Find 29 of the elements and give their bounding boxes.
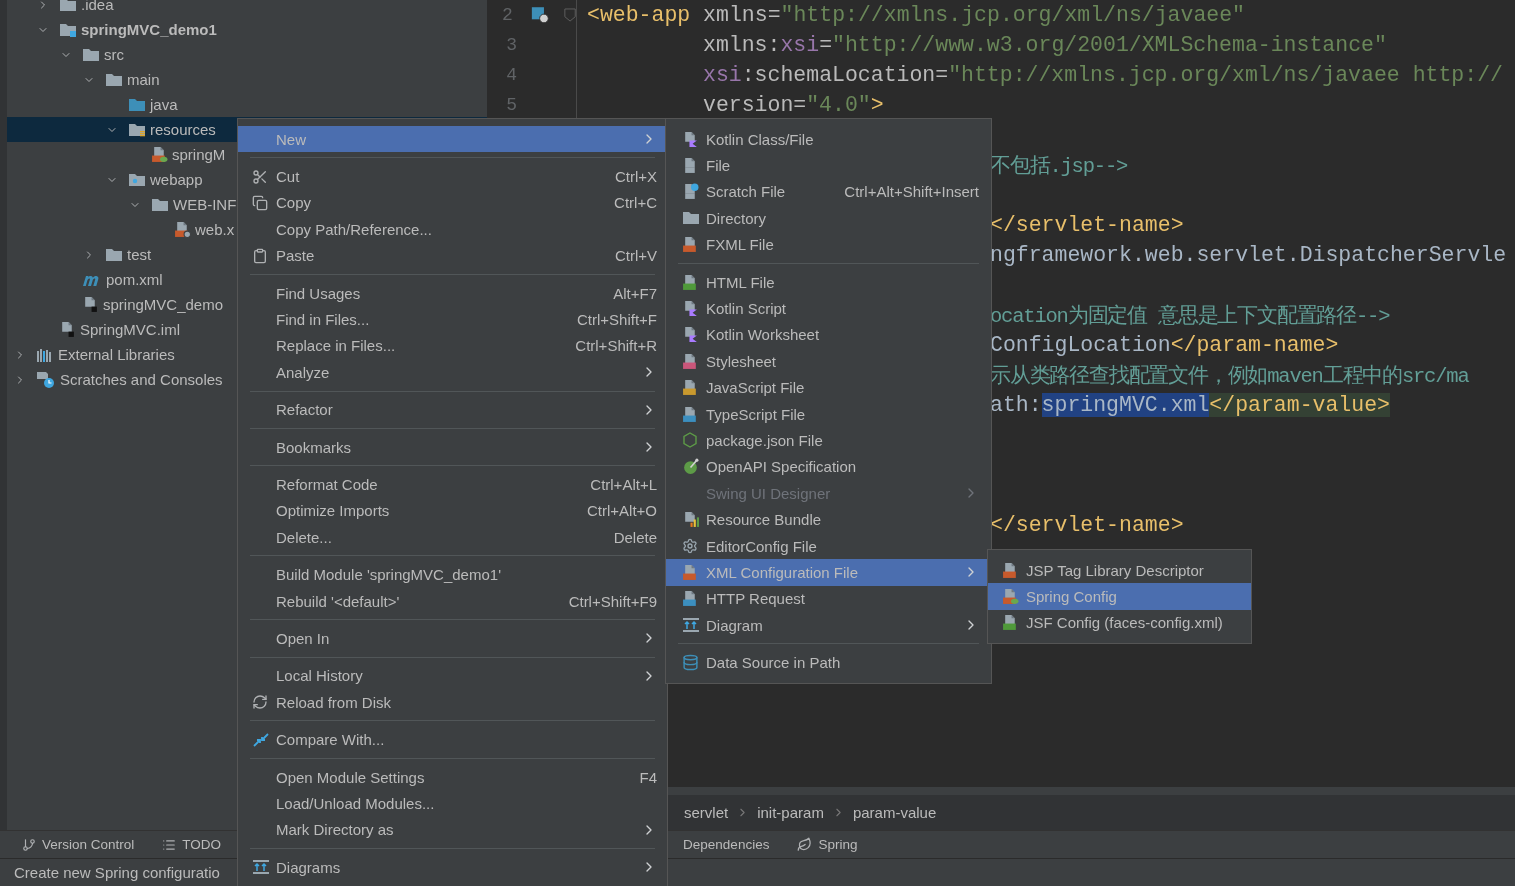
shortcut-label: Ctrl+X: [614, 168, 657, 186]
shortcut-label: Ctrl+Alt+Shift+Insert: [844, 183, 979, 201]
code-line: ngframework.web.servlet.DispatcherServle: [990, 243, 1507, 267]
shortcut-label: Delete: [613, 528, 657, 546]
line-number: 5: [505, 95, 517, 115]
shortcut-label: Ctrl+C: [614, 194, 657, 212]
shortcut-label: Ctrl+Shift+R: [575, 337, 657, 355]
status-message: Create new Spring configuratio: [14, 864, 220, 881]
code-line: </servlet-name>: [990, 513, 1184, 537]
code-line: <web-app xmlns="http://xmlns.jcp.org/xml/ns/javaee": [587, 3, 1246, 27]
line-number: 3: [505, 35, 517, 55]
shortcut-label: Ctrl+Alt+L: [590, 476, 657, 493]
shortcut-label: Ctrl+Shift+F9: [568, 592, 657, 610]
shortcut-label: Ctrl+Alt+O: [586, 502, 657, 520]
code-line: ConfigLocation</param-name>: [990, 333, 1339, 357]
code-line: 示从类路径查找配置文件，例如maven工程中的src/ma: [990, 363, 1469, 389]
code-line: 不包括.jsp-->: [990, 154, 1128, 179]
code-line: ocation为固定值 意思是上下文配置路径-->: [990, 303, 1390, 329]
line-number: 2: [501, 5, 513, 25]
shortcut-label: Ctrl+V: [614, 247, 657, 265]
code-line: xmlns:xsi="http://www.w3.org/2001/XMLSchema-instance": [703, 33, 1387, 57]
shortcut-label: F4: [639, 768, 657, 786]
code-line: version="4.0">: [703, 93, 884, 117]
code-line: </servlet-name>: [990, 213, 1184, 237]
shortcut-label: Ctrl+Shift+F: [576, 311, 657, 329]
code-line: ath:springMVC.xml</param-value>: [990, 393, 1390, 417]
code-line: xsi:schemaLocation="http://xmlns.jcp.org/xml/ns/javaee http://: [703, 63, 1503, 87]
shortcut-label: Alt+F7: [613, 284, 657, 302]
line-number: 4: [505, 65, 517, 85]
